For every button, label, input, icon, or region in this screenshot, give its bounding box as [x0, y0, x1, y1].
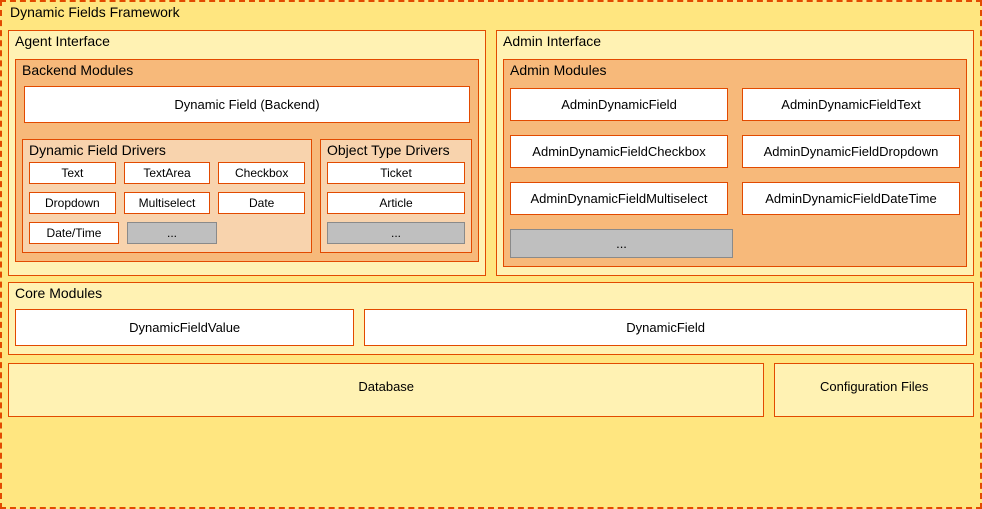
field-drivers-grid: Text TextArea Checkbox Dropdown Multisel…	[29, 162, 305, 244]
driver-dropdown: Dropdown	[29, 192, 116, 214]
object-drivers-title: Object Type Drivers	[327, 140, 465, 162]
backend-modules-title: Backend Modules	[22, 60, 472, 82]
driver-text: Text	[29, 162, 116, 184]
field-drivers-title: Dynamic Field Drivers	[29, 140, 305, 162]
core-modules-row: DynamicFieldValue DynamicField	[15, 309, 967, 346]
driver-date: Date	[218, 192, 305, 214]
admin-modules-grid: AdminDynamicField AdminDynamicFieldText …	[510, 88, 960, 258]
admin-modules-title: Admin Modules	[510, 60, 960, 82]
storage-row: Database Configuration Files	[8, 363, 974, 417]
config-files-panel: Configuration Files	[774, 363, 974, 417]
framework-title: Dynamic Fields Framework	[8, 2, 974, 24]
admin-module-multiselect: AdminDynamicFieldMultiselect	[510, 182, 728, 215]
admin-module-dynamicfieldtext: AdminDynamicFieldText	[742, 88, 960, 121]
database-panel: Database	[8, 363, 764, 417]
admin-module-more: ...	[510, 229, 733, 258]
object-driver-more: ...	[327, 222, 465, 244]
object-driver-article: Article	[327, 192, 465, 214]
agent-interface-title: Agent Interface	[15, 31, 479, 53]
driver-empty-slot	[225, 222, 305, 244]
dynamic-field-backend-box: Dynamic Field (Backend)	[24, 86, 470, 123]
database-label: Database	[358, 379, 414, 394]
driver-checkbox: Checkbox	[218, 162, 305, 184]
admin-module-empty-slot	[747, 229, 960, 258]
object-drivers-panel: Object Type Drivers Ticket Article ...	[320, 139, 472, 253]
driver-multiselect: Multiselect	[124, 192, 211, 214]
admin-interface-title: Admin Interface	[503, 31, 967, 53]
config-files-label: Configuration Files	[820, 379, 928, 394]
admin-modules-panel: Admin Modules AdminDynamicField AdminDyn…	[503, 59, 967, 267]
backend-modules-panel: Backend Modules Dynamic Field (Backend) …	[15, 59, 479, 262]
admin-module-dropdown: AdminDynamicFieldDropdown	[742, 135, 960, 168]
dynamic-fields-framework: Dynamic Fields Framework Agent Interface…	[0, 0, 982, 509]
core-module-dynamicfieldvalue: DynamicFieldValue	[15, 309, 354, 346]
object-driver-ticket: Ticket	[327, 162, 465, 184]
field-drivers-panel: Dynamic Field Drivers Text TextArea Chec…	[22, 139, 312, 253]
driver-textarea: TextArea	[124, 162, 211, 184]
core-modules-panel: Core Modules DynamicFieldValue DynamicFi…	[8, 282, 974, 355]
admin-module-datetime: AdminDynamicFieldDateTime	[742, 182, 960, 215]
admin-module-checkbox: AdminDynamicFieldCheckbox	[510, 135, 728, 168]
admin-interface-panel: Admin Interface Admin Modules AdminDynam…	[496, 30, 974, 276]
driver-more: ...	[127, 222, 217, 244]
drivers-row: Dynamic Field Drivers Text TextArea Chec…	[22, 133, 472, 253]
interfaces-row: Agent Interface Backend Modules Dynamic …	[8, 24, 974, 276]
driver-datetime: Date/Time	[29, 222, 119, 244]
admin-module-dynamicfield: AdminDynamicField	[510, 88, 728, 121]
agent-interface-panel: Agent Interface Backend Modules Dynamic …	[8, 30, 486, 276]
object-drivers-grid: Ticket Article ...	[327, 162, 465, 244]
core-modules-title: Core Modules	[15, 283, 967, 305]
core-module-dynamicfield: DynamicField	[364, 309, 967, 346]
